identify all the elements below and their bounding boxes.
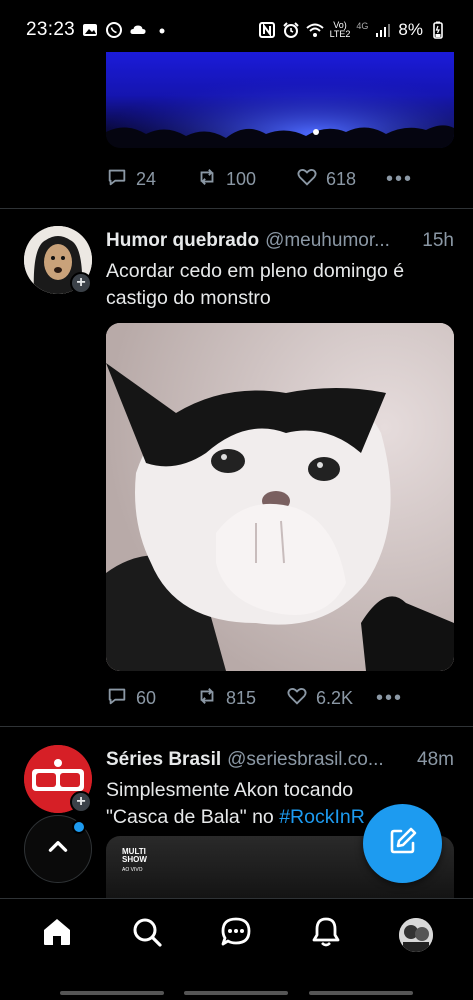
retweet-count: 100 bbox=[226, 169, 257, 189]
nav-home[interactable] bbox=[31, 909, 83, 961]
compose-button[interactable] bbox=[363, 804, 442, 883]
network-4g: 4G bbox=[356, 21, 369, 31]
chevron-up-icon bbox=[45, 834, 71, 865]
retweet-icon bbox=[196, 166, 218, 193]
home-icon bbox=[40, 915, 74, 954]
tweet-text-line2: "Casca de Bala" no bbox=[106, 806, 280, 828]
tweet-text-line1: Simplesmente Akon tocando bbox=[106, 779, 354, 801]
divider bbox=[0, 208, 473, 209]
like-icon bbox=[296, 166, 318, 193]
like-button[interactable]: 618 bbox=[296, 166, 386, 193]
nfc-icon bbox=[258, 21, 276, 39]
display-name[interactable]: Humor quebrado bbox=[106, 230, 259, 252]
gesture-segment bbox=[184, 991, 289, 995]
hashtag-link[interactable]: #RockInR bbox=[279, 806, 365, 828]
more-options-button[interactable]: ••• bbox=[386, 168, 413, 191]
whatsapp-icon bbox=[105, 21, 123, 39]
cloud-icon bbox=[129, 21, 147, 39]
user-handle[interactable]: @meuhumor... bbox=[265, 230, 410, 252]
tweet-header: Humor quebrado @meuhumor... 15h bbox=[106, 230, 454, 252]
wifi-icon bbox=[305, 21, 324, 39]
reply-icon bbox=[106, 166, 128, 193]
battery-icon bbox=[429, 21, 447, 39]
multishow-logo: MULTI SHOW AO VIVO bbox=[122, 848, 147, 874]
dot-icon bbox=[153, 21, 171, 39]
multishow-logo-bottom: SHOW bbox=[122, 855, 147, 864]
tweet-header: Séries Brasil @seriesbrasil.co... 48m bbox=[106, 749, 454, 771]
gesture-segment bbox=[60, 991, 165, 995]
gesture-bar bbox=[0, 986, 473, 1000]
more-options-button[interactable]: ••• bbox=[376, 687, 403, 710]
nav-notifications[interactable] bbox=[300, 909, 352, 961]
retweet-button[interactable]: 815 bbox=[196, 685, 286, 712]
like-count: 618 bbox=[326, 169, 357, 189]
display-name[interactable]: Séries Brasil bbox=[106, 749, 221, 771]
reply-count: 60 bbox=[136, 688, 157, 708]
status-time: 23:23 bbox=[26, 19, 76, 40]
reply-button[interactable]: 60 bbox=[106, 685, 196, 712]
battery-percent: 8% bbox=[398, 20, 423, 39]
bell-icon bbox=[309, 915, 343, 954]
multishow-live: AO VIVO bbox=[122, 867, 143, 873]
reply-icon bbox=[106, 685, 128, 712]
tweet-text: Acordar cedo em pleno domingo é castigo … bbox=[106, 260, 405, 309]
nav-profile[interactable] bbox=[390, 909, 442, 961]
tweet-actions: 24 100 618 ••• bbox=[106, 166, 413, 193]
tweet-time: 15h bbox=[422, 230, 454, 251]
status-right: Vo) LTE2 4G 8% bbox=[258, 20, 447, 40]
divider bbox=[0, 726, 473, 727]
tweet-actions: 60 815 6.2K ••• bbox=[106, 685, 403, 712]
search-icon bbox=[130, 915, 164, 954]
user-handle[interactable]: @seriesbrasil.co... bbox=[227, 749, 405, 771]
like-count: 6.2K bbox=[316, 688, 354, 708]
nav-search[interactable] bbox=[121, 909, 173, 961]
gesture-segment bbox=[308, 991, 413, 995]
retweet-button[interactable]: 100 bbox=[196, 166, 296, 193]
follow-plus-badge[interactable]: + bbox=[70, 791, 92, 813]
follow-plus-badge[interactable]: + bbox=[70, 272, 92, 294]
tweet-media-concert[interactable] bbox=[106, 52, 454, 148]
network-type: Vo) LTE2 bbox=[330, 21, 351, 39]
gallery-icon bbox=[81, 21, 99, 39]
network-lte: LTE2 bbox=[329, 29, 351, 39]
nav-messages[interactable] bbox=[210, 909, 262, 961]
compose-icon bbox=[386, 824, 420, 863]
status-left: 23:23 bbox=[26, 19, 171, 41]
bottom-nav bbox=[0, 898, 473, 970]
reply-count: 24 bbox=[136, 169, 157, 189]
signal-icon bbox=[374, 21, 392, 39]
tweet-time: 48m bbox=[417, 749, 454, 770]
new-posts-indicator bbox=[72, 820, 86, 834]
profile-avatar bbox=[399, 917, 434, 952]
status-bar: 23:23 Vo) LTE2 4G 8% bbox=[0, 0, 473, 60]
retweet-count: 815 bbox=[226, 688, 257, 708]
alarm-icon bbox=[282, 21, 300, 39]
messages-icon bbox=[219, 915, 253, 954]
reply-button[interactable]: 24 bbox=[106, 166, 196, 193]
like-icon bbox=[286, 685, 308, 712]
retweet-icon bbox=[196, 685, 218, 712]
tweet-media-cat[interactable] bbox=[106, 323, 454, 671]
like-button[interactable]: 6.2K bbox=[286, 685, 376, 712]
